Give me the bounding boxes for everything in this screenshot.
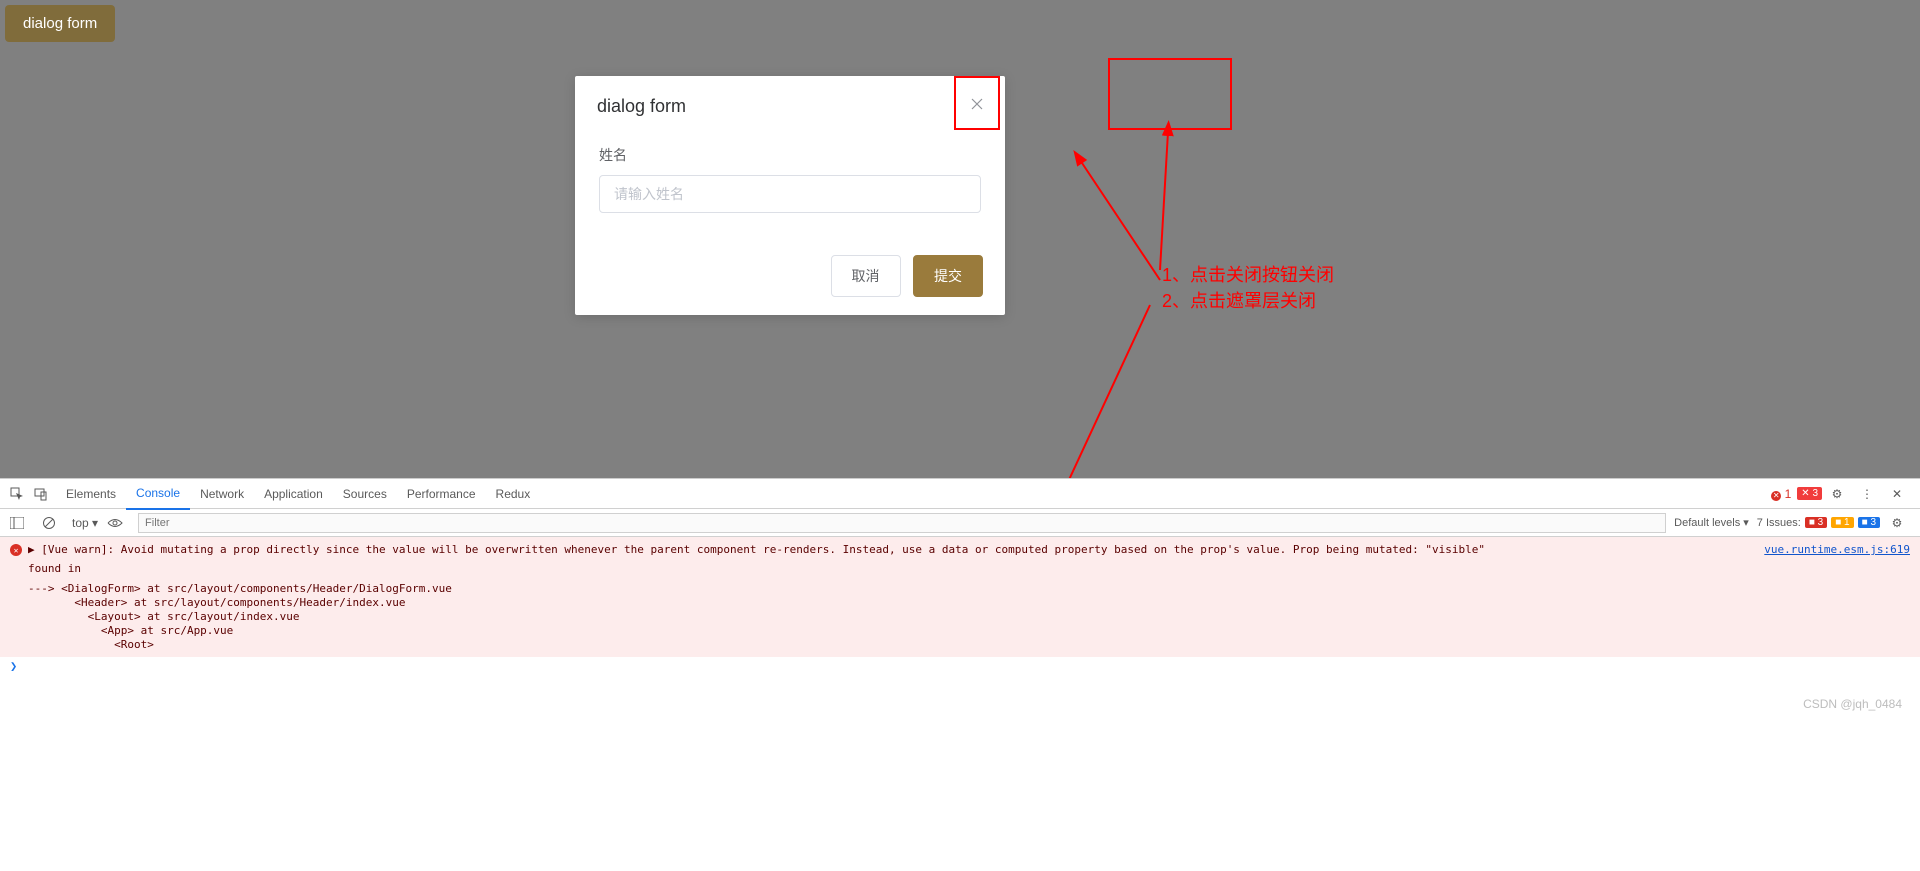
error-icon: ✕ xyxy=(10,544,22,556)
error-indicator[interactable]: ✕ 1 xyxy=(1771,487,1791,501)
name-input[interactable] xyxy=(599,175,981,213)
gear-icon[interactable]: ⚙ xyxy=(1828,485,1846,503)
error-found-in: found in xyxy=(28,562,1910,576)
dialog-form: dialog form 姓名 取消 提交 xyxy=(575,76,1005,315)
eye-icon[interactable] xyxy=(106,514,124,532)
tab-sources[interactable]: Sources xyxy=(333,479,397,509)
console-toolbar: top ▾ Default levels ▾ 7 Issues: ■ 3 ■ 1… xyxy=(0,509,1920,537)
dialog-body: 姓名 xyxy=(575,127,1005,243)
inspect-icon[interactable] xyxy=(8,485,26,503)
warn-badge[interactable]: ✕ 3 xyxy=(1797,487,1822,500)
issues-summary[interactable]: 7 Issues: ■ 3 ■ 1 ■ 3 xyxy=(1757,517,1880,529)
device-icon[interactable] xyxy=(32,485,50,503)
dialog-footer: 取消 提交 xyxy=(575,243,1005,315)
console-prompt[interactable]: ❯ xyxy=(0,657,1920,674)
devtools-tabs: Elements Console Network Application Sou… xyxy=(0,479,1920,509)
name-label: 姓名 xyxy=(599,145,981,165)
tab-performance[interactable]: Performance xyxy=(397,479,486,509)
filter-input[interactable] xyxy=(138,513,1666,533)
clear-console-icon[interactable] xyxy=(40,514,58,532)
tab-application[interactable]: Application xyxy=(254,479,333,509)
devtools-panel: Elements Console Network Application Sou… xyxy=(0,478,1920,673)
cancel-button[interactable]: 取消 xyxy=(831,255,901,297)
app-overlay[interactable]: dialog form dialog form 姓名 取消 提交 1、点击关闭按… xyxy=(0,0,1920,478)
issues-blue-badge: ■ 3 xyxy=(1858,517,1880,528)
tab-network[interactable]: Network xyxy=(190,479,254,509)
annotation-highlight-overlay xyxy=(1108,58,1232,130)
levels-dropdown[interactable]: Default levels ▾ xyxy=(1674,516,1749,529)
tab-elements[interactable]: Elements xyxy=(56,479,126,509)
tab-redux[interactable]: Redux xyxy=(486,479,541,509)
dialog-header: dialog form xyxy=(575,76,1005,127)
annotation-text: 1、点击关闭按钮关闭 2、点击遮罩层关闭 xyxy=(1162,262,1334,314)
submit-button[interactable]: 提交 xyxy=(913,255,983,297)
close-devtools-icon[interactable]: ✕ xyxy=(1888,485,1906,503)
settings-gear-icon[interactable]: ⚙ xyxy=(1888,514,1906,532)
annotation-arrow-2 xyxy=(1130,120,1190,280)
console-error-row[interactable]: ✕ ▶ [Vue warn]: Avoid mutating a prop di… xyxy=(10,543,1910,556)
context-selector[interactable]: top ▾ xyxy=(72,516,98,530)
issues-yellow-badge: ■ 1 xyxy=(1831,517,1853,528)
issues-red-badge: ■ 3 xyxy=(1805,517,1827,528)
error-message: ▶ [Vue warn]: Avoid mutating a prop dire… xyxy=(28,543,1764,556)
tab-console[interactable]: Console xyxy=(126,478,190,510)
dialog-title: dialog form xyxy=(597,96,686,116)
annotation-highlight-close xyxy=(954,76,1000,130)
annotation-line-1: 1、点击关闭按钮关闭 xyxy=(1162,262,1334,288)
more-icon[interactable]: ⋮ xyxy=(1858,485,1876,503)
console-output: ✕ ▶ [Vue warn]: Avoid mutating a prop di… xyxy=(0,537,1920,657)
sidebar-toggle-icon[interactable] xyxy=(8,514,26,532)
watermark: CSDN @jqh_0484 xyxy=(1803,697,1902,711)
error-stack-trace: ---> <DialogForm> at src/layout/componen… xyxy=(28,582,1910,652)
open-dialog-button[interactable]: dialog form xyxy=(5,5,115,42)
source-link[interactable]: vue.runtime.esm.js:619 xyxy=(1764,543,1910,556)
annotation-line-2: 2、点击遮罩层关闭 xyxy=(1162,288,1334,314)
